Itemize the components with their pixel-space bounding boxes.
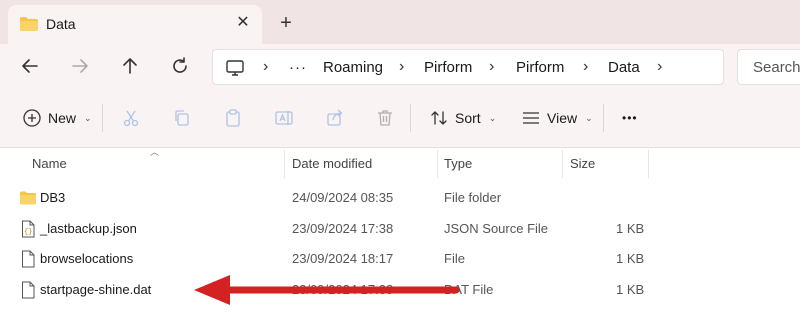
column-header-size[interactable]: Size xyxy=(570,156,595,171)
refresh-icon[interactable] xyxy=(168,54,192,78)
rename-icon xyxy=(275,111,293,125)
new-label: New xyxy=(48,110,77,126)
column-header-name[interactable]: Name xyxy=(32,156,67,171)
file-type: JSON Source File xyxy=(444,221,549,236)
table-row[interactable]: {} _lastbackup.json 23/09/2024 17:38 JSO… xyxy=(0,214,660,244)
folder-icon xyxy=(20,191,36,205)
red-arrow-annotation xyxy=(194,275,460,305)
file-name: DB3 xyxy=(40,190,66,205)
forward-arrow-icon[interactable] xyxy=(68,54,92,78)
sort-icon xyxy=(431,111,447,125)
rename-button[interactable] xyxy=(274,106,294,130)
close-tab-icon[interactable]: ✕ xyxy=(234,14,252,32)
chevron-down-icon: ⌄ xyxy=(488,112,497,123)
search-box[interactable]: Search xyxy=(737,49,800,85)
column-header-date[interactable]: Date modified xyxy=(292,156,372,171)
divider xyxy=(603,104,604,132)
chevron-down-icon: ⌄ xyxy=(585,112,593,123)
clipboard-icon xyxy=(226,109,240,127)
table-row[interactable]: browselocations 23/09/2024 18:17 File 1 … xyxy=(0,244,660,274)
column-divider[interactable] xyxy=(284,150,285,178)
back-arrow-icon[interactable] xyxy=(18,54,42,78)
table-row[interactable]: DB3 24/09/2024 08:35 File folder xyxy=(0,183,660,213)
folder-icon xyxy=(20,17,38,31)
file-icon xyxy=(22,250,35,268)
chevron-down-icon: ⌄ xyxy=(84,112,92,123)
breadcrumb-roaming[interactable]: Roaming xyxy=(323,59,383,76)
file-size: 1 KB xyxy=(616,282,645,297)
file-type: File xyxy=(444,251,465,266)
sort-button[interactable]: Sort ⌄ xyxy=(429,106,496,130)
divider xyxy=(410,104,411,132)
delete-button[interactable] xyxy=(375,106,395,130)
file-name: _lastbackup.json xyxy=(40,221,137,236)
chevron-right-icon[interactable]: › xyxy=(399,58,404,76)
file-icon xyxy=(22,281,35,299)
trash-icon xyxy=(378,110,392,126)
view-icon xyxy=(523,112,539,124)
column-header-type[interactable]: Type xyxy=(444,156,472,171)
breadcrumb-pirform-2[interactable]: Pirform xyxy=(516,59,564,76)
sort-ascending-icon: ︿ xyxy=(150,147,160,157)
navigation-bar: › ··· Roaming › Pirform › Pirform › Data… xyxy=(0,44,800,88)
copy-icon xyxy=(175,110,189,126)
file-date: 23/09/2024 18:17 xyxy=(292,251,394,266)
new-button[interactable]: New ⌄ xyxy=(22,106,92,130)
chevron-right-icon[interactable]: › xyxy=(583,58,588,76)
share-button[interactable] xyxy=(325,106,345,130)
breadcrumb-overflow[interactable]: ··· xyxy=(289,59,307,76)
scissors-icon xyxy=(123,110,139,127)
column-divider[interactable] xyxy=(648,150,649,178)
plus-circle-icon xyxy=(23,109,41,127)
file-size: 1 KB xyxy=(616,251,645,266)
view-label: View xyxy=(547,110,578,126)
sort-label: Sort xyxy=(455,110,481,126)
cut-button[interactable] xyxy=(121,106,141,130)
breadcrumb-pirform[interactable]: Pirform xyxy=(424,59,472,76)
chevron-right-icon[interactable]: › xyxy=(489,58,494,76)
column-divider[interactable] xyxy=(437,150,438,178)
divider xyxy=(102,104,103,132)
paste-button[interactable] xyxy=(223,106,243,130)
address-bar[interactable]: › ··· Roaming › Pirform › Pirform › Data… xyxy=(212,49,724,85)
file-date: 23/09/2024 17:38 xyxy=(292,221,394,236)
up-arrow-icon[interactable] xyxy=(118,54,142,78)
search-input[interactable]: Search xyxy=(753,59,800,76)
file-type: File folder xyxy=(444,190,502,205)
view-button[interactable]: View ⌄ xyxy=(521,106,593,130)
tab-title: Data xyxy=(46,16,76,32)
file-date: 24/09/2024 08:35 xyxy=(292,190,394,205)
chevron-right-icon[interactable]: › xyxy=(263,58,268,76)
chevron-right-icon[interactable]: › xyxy=(657,58,662,76)
more-options-icon[interactable]: ••• xyxy=(622,106,638,130)
tab-data[interactable]: Data ✕ xyxy=(8,5,262,44)
share-icon xyxy=(327,109,343,126)
copy-button[interactable] xyxy=(172,106,192,130)
new-tab-button[interactable]: + xyxy=(276,13,296,33)
svg-text:{}: {} xyxy=(24,229,32,237)
json-file-icon: {} xyxy=(22,220,35,238)
file-name: startpage-shine.dat xyxy=(40,282,152,297)
file-size: 1 KB xyxy=(616,221,645,236)
command-bar: New ⌄ Sort ⌄ View ⌄ ••• xyxy=(0,88,800,148)
this-pc-icon[interactable] xyxy=(225,58,245,78)
breadcrumb-data[interactable]: Data xyxy=(608,59,640,76)
tab-strip: Data ✕ + xyxy=(0,0,800,44)
file-name: browselocations xyxy=(40,251,134,266)
column-divider[interactable] xyxy=(562,150,563,178)
